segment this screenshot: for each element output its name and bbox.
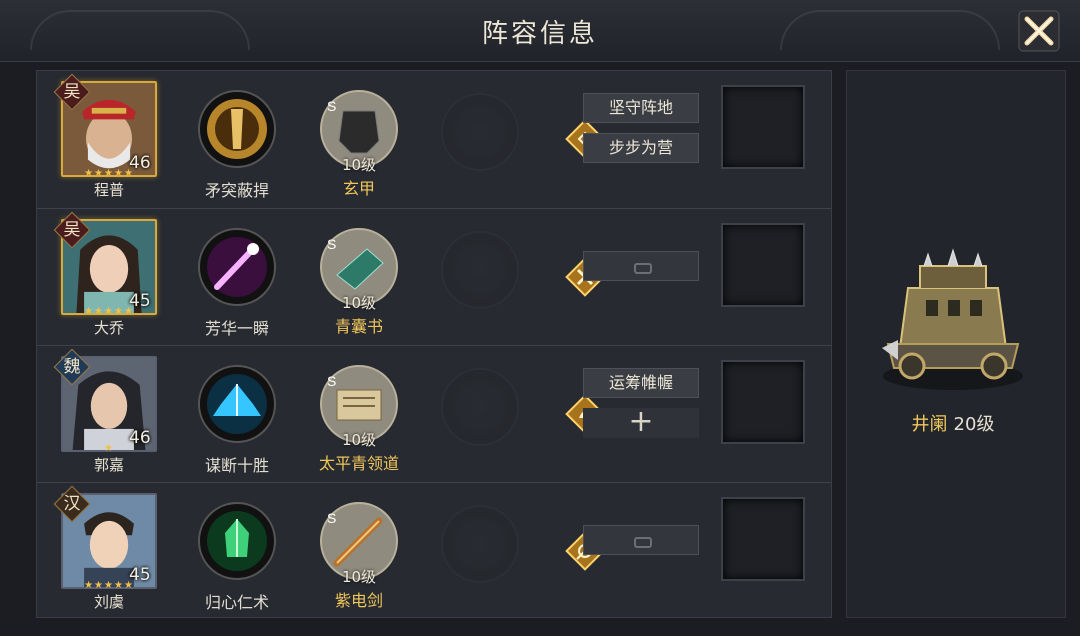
- treasure-name: 紫电剑: [334, 591, 383, 610]
- vehicle-level: 20级: [953, 414, 995, 435]
- treasure-grade: S: [327, 236, 336, 252]
- hero-row: 吴 45 ★★★★★ 大乔 芳华一瞬 S 10级 青囊书: [37, 208, 831, 342]
- add-tactic-button[interactable]: +: [583, 407, 699, 438]
- hero-row: 吴 46 ★★★★★ 程普 矛突蔽捍 S 10级 玄甲 坚守阵地 步步为营: [37, 71, 831, 205]
- page-title: 阵容信息: [481, 19, 598, 49]
- close-button[interactable]: [1016, 8, 1062, 54]
- treasure-level: 10级: [341, 568, 377, 586]
- skill-name: 矛突蔽捍: [204, 181, 269, 200]
- empty-equip-slot[interactable]: [441, 505, 519, 583]
- title-bar: 阵容信息: [0, 0, 1080, 62]
- close-x-icon: [1018, 10, 1060, 52]
- skill-name: 谋断十胜: [204, 456, 269, 475]
- empty-equip-slot[interactable]: [441, 93, 519, 171]
- treasure-name: 青囊书: [334, 317, 383, 336]
- treasure-grade: S: [327, 98, 336, 114]
- treasure-grade: S: [327, 510, 336, 526]
- hero-stars: ★★★★★: [84, 168, 134, 179]
- treasure-level: 10级: [341, 431, 377, 449]
- extra-slot[interactable]: [721, 223, 805, 307]
- hero-row: 魏 46 ★ 郭嘉 谋断十胜 S 10级 太平青领道 运筹帷幄 +: [37, 345, 831, 479]
- treasure-name: 太平青领道: [318, 454, 399, 473]
- skill-name: 芳华一瞬: [204, 319, 269, 338]
- empty-equip-slot[interactable]: [441, 231, 519, 309]
- hero-stars: ★: [104, 443, 114, 454]
- empty-equip-slot[interactable]: [441, 368, 519, 446]
- extra-slot[interactable]: [721, 85, 805, 169]
- hero-stars: ★★★★★: [84, 306, 134, 317]
- skill-name: 归心仁术: [204, 593, 269, 612]
- tactic-tag[interactable]: 坚守阵地: [583, 93, 699, 123]
- treasure-level: 10级: [341, 156, 377, 174]
- treasure-level: 10级: [341, 294, 377, 312]
- treasure-name: 玄甲: [342, 179, 375, 198]
- hero-name: 程普: [93, 181, 124, 199]
- vehicle-title: 井阑: [911, 414, 948, 435]
- extra-slot[interactable]: [721, 360, 805, 444]
- tactic-tag[interactable]: 运筹帷幄: [583, 368, 699, 398]
- hero-name: 刘虞: [93, 593, 124, 611]
- hero-stars: ★★★★★: [84, 580, 134, 591]
- hero-name: 郭嘉: [93, 456, 124, 474]
- lineup-panel: 吴 46 ★★★★★ 程普 矛突蔽捍 S 10级 玄甲 坚守阵地 步步为营 吴 …: [36, 70, 832, 618]
- skill-icon[interactable]: [197, 227, 277, 307]
- tactic-tag[interactable]: 步步为营: [583, 133, 699, 163]
- empty-tactic-slot[interactable]: [583, 251, 699, 281]
- skill-icon[interactable]: [197, 89, 277, 169]
- treasure-grade: S: [327, 373, 336, 389]
- skill-icon[interactable]: [197, 364, 277, 444]
- vehicle-name: 井阑 20级: [868, 410, 1038, 436]
- hero-row: 汉 45 ★★★★★ 刘虞 归心仁术 S 10级 紫电剑: [37, 482, 831, 616]
- empty-tactic-slot[interactable]: [583, 525, 699, 555]
- extra-slot[interactable]: [721, 497, 805, 581]
- siege-vehicle-icon[interactable]: [868, 248, 1038, 398]
- hero-name: 大乔: [93, 319, 124, 337]
- skill-icon[interactable]: [197, 501, 277, 581]
